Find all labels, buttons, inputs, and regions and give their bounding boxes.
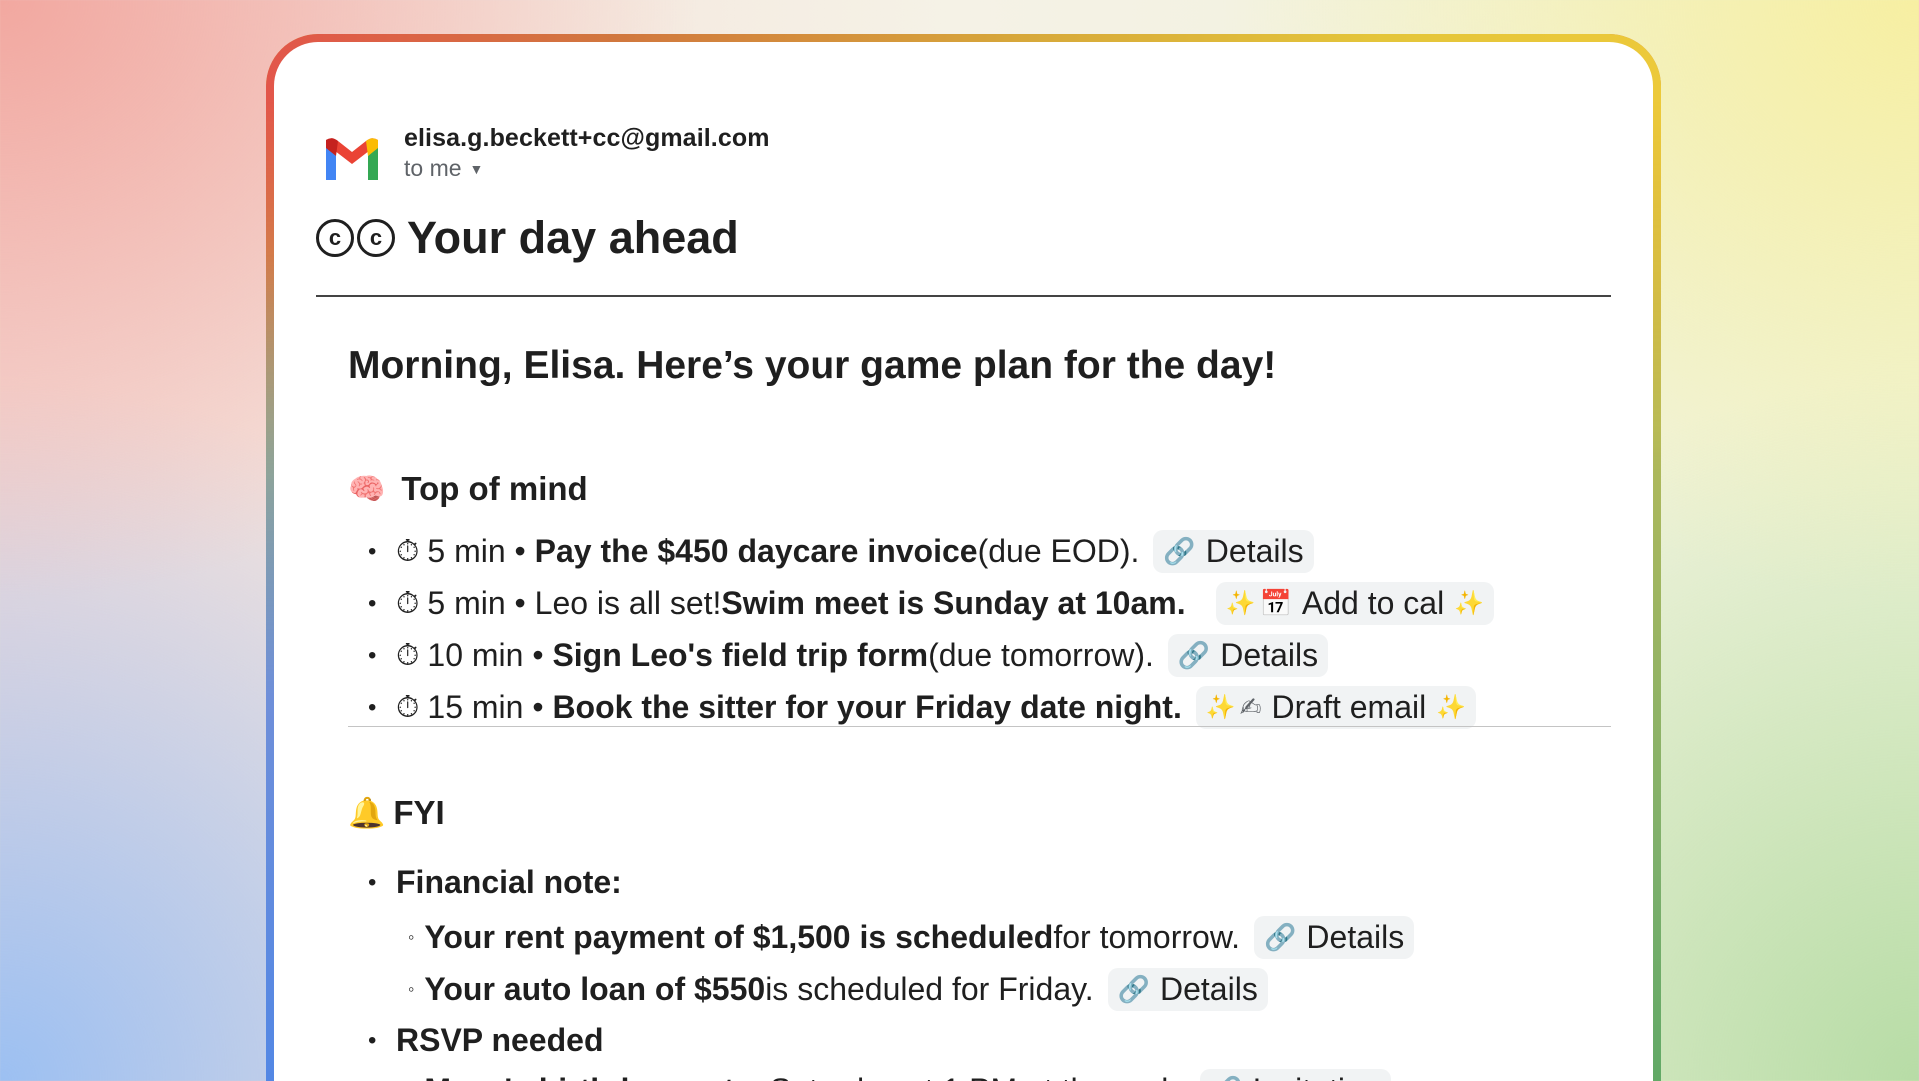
- fyi-suffix: for tomorrow.: [1053, 919, 1241, 955]
- section-title: Top of mind: [401, 470, 588, 507]
- fyi-sub-item: ◦ Your rent payment of $1,500 is schedul…: [408, 916, 1415, 959]
- fyi-text: Your rent payment of $1,500 is scheduled: [424, 919, 1054, 955]
- fyi-text: Your auto loan of $550: [424, 971, 766, 1007]
- details-chip[interactable]: 🔗 Details: [1254, 916, 1415, 959]
- title-divider: [316, 295, 1611, 297]
- fyi-item: • RSVP needed: [368, 1022, 604, 1058]
- recipient-label: to me: [404, 155, 462, 181]
- email-title: Your day ahead: [407, 212, 739, 263]
- sparkle-icon: ✨: [1436, 694, 1467, 721]
- fyi-label: Financial note:: [396, 864, 622, 900]
- calendar-icon: 📅: [1259, 588, 1292, 618]
- fyi-text: Maya's birthday party: [424, 1072, 752, 1081]
- sparkle-icon: ✨: [1205, 694, 1236, 721]
- gmail-logo-icon: [326, 138, 378, 180]
- details-chip[interactable]: 🔗 Details: [1153, 530, 1314, 573]
- todo-text: Sign Leo's field trip form: [552, 637, 929, 673]
- time-estimate: 15 min •: [427, 689, 544, 725]
- fyi-heading: 🔔 FYI: [348, 794, 445, 832]
- email-card: elisa.g.beckett+cc@gmail.com to me ▼ c c…: [274, 42, 1653, 1081]
- cc-logo-icon: c c: [316, 219, 395, 257]
- email-title-row: c c Your day ahead: [316, 212, 739, 264]
- sender-email[interactable]: elisa.g.beckett+cc@gmail.com: [404, 124, 770, 153]
- sparkle-icon: ✨: [1225, 590, 1256, 617]
- link-icon: 🔗: [1264, 922, 1297, 952]
- recipient-toggle[interactable]: to me ▼: [404, 155, 770, 182]
- section-divider: [348, 726, 1611, 727]
- todo-text: Swim meet is Sunday at 10am.: [721, 585, 1186, 621]
- draft-email-chip[interactable]: ✨ ✍ Draft email ✨: [1195, 686, 1477, 729]
- todo-item: • ⏱ 5 min • Pay the $450 daycare invoice …: [368, 530, 1314, 573]
- brain-icon: 🧠: [348, 472, 386, 506]
- sparkle-icon: ✨: [1454, 590, 1485, 617]
- todo-text: Book the sitter for your Friday date nig…: [552, 689, 1182, 725]
- caret-down-icon[interactable]: ▼: [470, 161, 484, 177]
- fyi-suffix: is scheduled for Friday.: [765, 971, 1094, 1007]
- writing-hand-icon: ✍: [1239, 692, 1262, 722]
- sender-header: elisa.g.beckett+cc@gmail.com to me ▼: [322, 124, 770, 182]
- details-chip[interactable]: 🔗 Details: [1167, 634, 1329, 677]
- todo-text: Pay the $450 daycare invoice: [534, 533, 978, 569]
- fyi-suffix: : Saturday at 1 PM at the park.: [752, 1072, 1186, 1081]
- time-estimate: 5 min •: [427, 533, 526, 569]
- todo-item: • ⏱ 10 min • Sign Leo's field trip form (…: [368, 634, 1329, 677]
- link-icon: 🔗: [1177, 640, 1211, 670]
- time-estimate: 5 min •: [427, 585, 526, 621]
- link-icon: 🔗: [1117, 974, 1150, 1004]
- link-icon: 🔗: [1210, 1075, 1242, 1081]
- todo-item: • ⏱ 15 min • Book the sitter for your Fri…: [368, 686, 1477, 729]
- invitation-chip[interactable]: 🔗Invitation: [1200, 1069, 1391, 1081]
- todo-suffix: (due EOD).: [977, 533, 1140, 569]
- stopwatch-icon: ⏱: [396, 534, 420, 568]
- time-estimate: 10 min •: [427, 637, 544, 673]
- bell-icon: 🔔: [348, 796, 386, 830]
- todo-prefix: Leo is all set!: [534, 585, 722, 621]
- fyi-item: • Financial note:: [368, 864, 622, 900]
- email-frame: elisa.g.beckett+cc@gmail.com to me ▼ c c…: [266, 34, 1661, 1081]
- stopwatch-icon: ⏱: [396, 586, 420, 620]
- todo-item: • ⏱ 5 min • Leo is all set! Swim meet is …: [368, 582, 1495, 625]
- todo-suffix: (due tomorrow).: [928, 637, 1154, 673]
- fyi-sub-item: ◦ Maya's birthday party : Saturday at 1 …: [408, 1069, 1391, 1081]
- stopwatch-icon: ⏱: [396, 638, 420, 672]
- link-icon: 🔗: [1163, 536, 1196, 566]
- details-chip[interactable]: 🔗 Details: [1107, 968, 1268, 1011]
- fyi-label: RSVP needed: [396, 1022, 604, 1058]
- stopwatch-icon: ⏱: [396, 690, 420, 724]
- greeting-heading: Morning, Elisa. Here’s your game plan fo…: [348, 344, 1277, 387]
- add-to-calendar-chip[interactable]: ✨ 📅 Add to cal ✨: [1215, 582, 1495, 625]
- top-of-mind-heading: 🧠 Top of mind: [348, 470, 588, 508]
- section-title: FYI: [393, 794, 445, 831]
- fyi-sub-item: ◦ Your auto loan of $550 is scheduled fo…: [408, 968, 1268, 1011]
